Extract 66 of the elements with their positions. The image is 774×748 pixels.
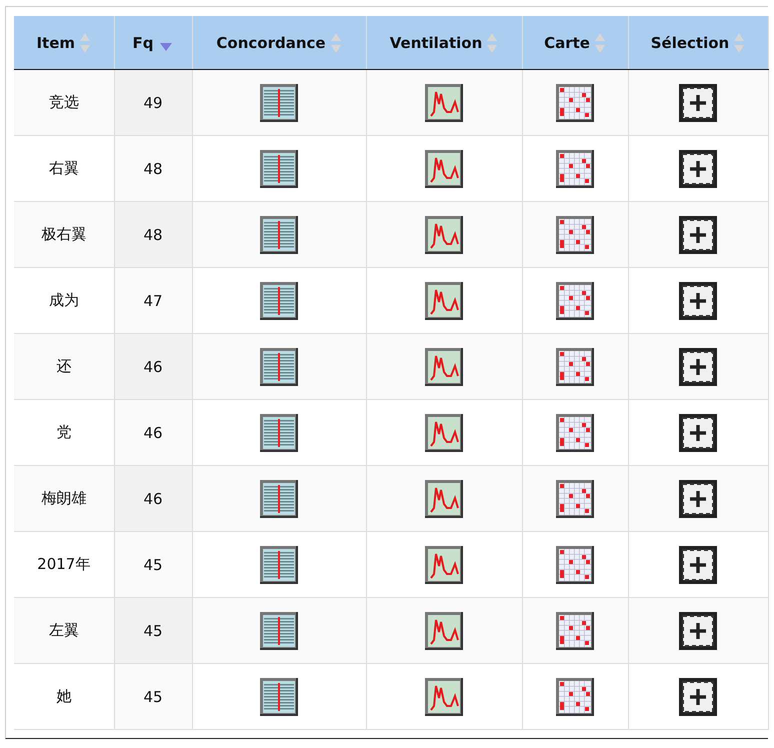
concordance-icon[interactable] (260, 348, 298, 386)
line-chart-icon[interactable] (425, 282, 463, 320)
concordance-icon[interactable] (260, 678, 298, 716)
item-text: 左翼 (48, 621, 79, 639)
line-chart-icon[interactable] (425, 348, 463, 386)
dot-grid-icon[interactable] (556, 546, 594, 584)
item-text: 2017年 (37, 555, 90, 573)
dot-grid-icon[interactable] (556, 414, 594, 452)
column-header[interactable]: Ventilation (366, 16, 522, 70)
dot-grid-icon[interactable] (556, 84, 594, 122)
dot-grid-icon[interactable] (556, 612, 594, 650)
dot-grid-icon[interactable] (556, 216, 594, 254)
concordance-icon[interactable] (260, 84, 298, 122)
line-chart-icon[interactable] (425, 216, 463, 254)
add-selection-icon[interactable] (679, 282, 717, 320)
dot-grid-icon[interactable] (556, 150, 594, 188)
column-header[interactable]: Concordance (192, 16, 366, 70)
concordance-icon[interactable] (260, 150, 298, 188)
line-chart-icon[interactable] (425, 150, 463, 188)
line-chart-icon[interactable] (425, 678, 463, 716)
frequency-text: 48 (143, 226, 163, 244)
line-chart-icon[interactable] (425, 414, 463, 452)
frequency-text: 45 (143, 556, 163, 574)
line-chart-icon[interactable] (425, 546, 463, 584)
concordance-icon[interactable] (260, 216, 298, 254)
frequency-text: 46 (143, 424, 163, 442)
add-selection-icon[interactable] (679, 348, 717, 386)
frequency-text: 45 (143, 688, 163, 706)
dot-grid-icon[interactable] (556, 348, 594, 386)
dot-grid-icon[interactable] (556, 678, 594, 716)
line-chart-icon[interactable] (425, 84, 463, 122)
item-text: 梅朗雄 (41, 489, 86, 507)
item-text: 党 (56, 423, 72, 441)
item-text: 极右翼 (41, 225, 86, 243)
frequency-text: 47 (143, 292, 163, 310)
dot-grid-icon[interactable] (556, 282, 594, 320)
add-selection-icon[interactable] (679, 480, 717, 518)
column-header[interactable]: Carte (522, 16, 628, 70)
line-chart-icon[interactable] (425, 480, 463, 518)
add-selection-icon[interactable] (679, 150, 717, 188)
add-selection-icon[interactable] (679, 414, 717, 452)
concordance-icon[interactable] (260, 480, 298, 518)
item-text: 右翼 (48, 159, 79, 177)
frequency-text: 45 (143, 622, 163, 640)
item-text: 她 (56, 687, 72, 705)
column-header[interactable]: Item (14, 16, 114, 70)
column-header[interactable]: Fq (114, 16, 192, 70)
frequency-text: 48 (143, 160, 163, 178)
concordance-icon[interactable] (260, 612, 298, 650)
item-text: 竞选 (48, 93, 79, 111)
dot-grid-icon[interactable] (556, 480, 594, 518)
concordance-icon[interactable] (260, 546, 298, 584)
add-selection-icon[interactable] (679, 546, 717, 584)
column-header[interactable]: Sélection (628, 16, 768, 70)
frequency-text: 49 (143, 94, 163, 112)
line-chart-icon[interactable] (425, 612, 463, 650)
frequency-text: 46 (143, 490, 163, 508)
item-text: 还 (56, 357, 72, 375)
concordance-icon[interactable] (260, 282, 298, 320)
add-selection-icon[interactable] (679, 216, 717, 254)
item-text: 成为 (48, 291, 79, 309)
add-selection-icon[interactable] (679, 678, 717, 716)
add-selection-icon[interactable] (679, 612, 717, 650)
concordance-icon[interactable] (260, 414, 298, 452)
add-selection-icon[interactable] (679, 84, 717, 122)
frequency-text: 46 (143, 358, 163, 376)
